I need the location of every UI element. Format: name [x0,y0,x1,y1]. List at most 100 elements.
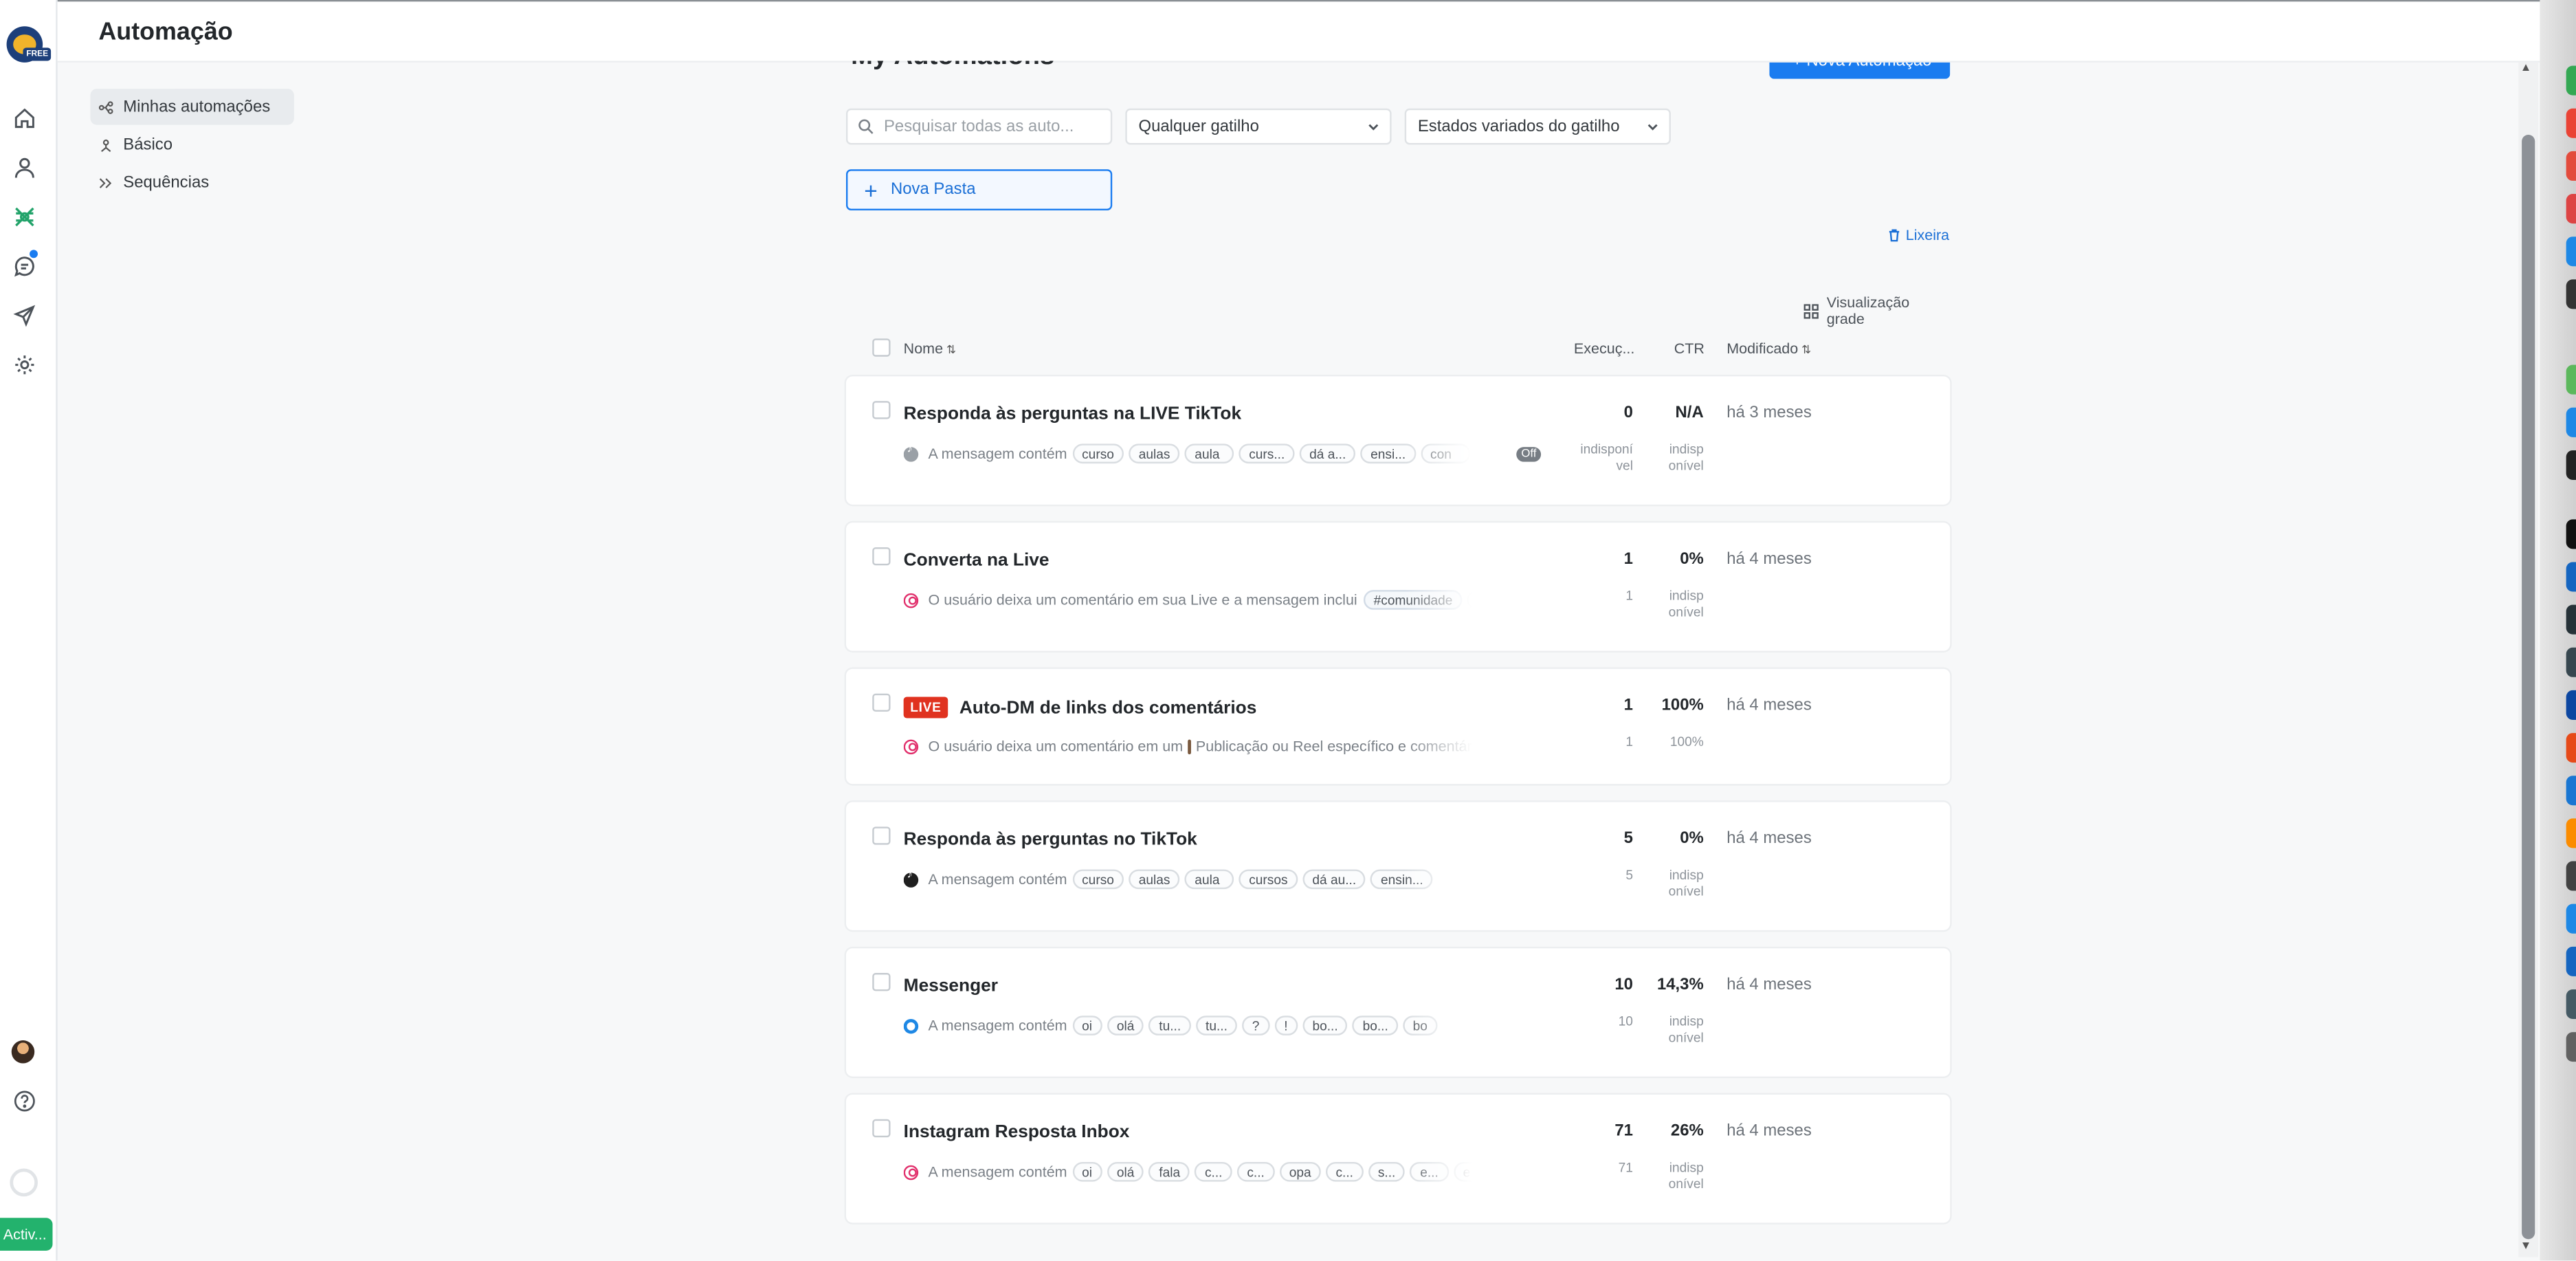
ctr-value: 100% [1661,697,1704,715]
messenger-icon [903,1018,919,1033]
trash-icon [1889,229,1900,242]
trigger-summary: A mensagem contém cursoaulasaulacurs...d… [903,442,1472,465]
executions-sub: 10 [1618,1013,1633,1029]
dock-app-icon[interactable] [2566,519,2576,549]
ctr-sub: indisp onível [1668,441,1704,474]
dock-app-icon[interactable] [2566,647,2576,677]
dock-app-icon[interactable] [2566,733,2576,763]
select-all-checkbox[interactable] [872,338,891,357]
dock-app-icon[interactable] [2566,407,2576,437]
executions-sub: 71 [1618,1160,1633,1176]
executions-value: 1 [1623,697,1633,715]
automation-row[interactable]: Responda às perguntas na LIVE TikTok A m… [846,376,1951,505]
automation-row[interactable]: LIVE Auto-DM de links dos comentários O … [846,668,1951,785]
state-filter-select[interactable]: Estados variados do gatilho [1404,108,1671,145]
help-icon[interactable] [13,1090,36,1112]
automation-row[interactable]: Converta na Live O usuário deixa um come… [846,523,1951,651]
nav-item-label: Minhas automações [123,98,271,116]
automation-name[interactable]: Instagram Resposta Inbox [904,1123,1130,1143]
automation-row[interactable]: Messenger A mensagem contém oi olá tu... tu… [846,948,1951,1077]
dock-app-icon[interactable] [2566,237,2576,267]
state-filter-value: Estados variados do gatilho [1417,117,1620,136]
dock-app-icon[interactable] [2566,65,2576,96]
automation-name[interactable]: LIVE Auto-DM de links dos comentários [903,697,1256,719]
nav-item-label: Sequências [123,173,210,192]
dock-app-icon[interactable] [2566,151,2576,181]
automation-name[interactable]: Responda às perguntas no TikTok [904,830,1197,850]
trigger-filter-select[interactable]: Qualquer gatilho [1125,108,1392,145]
modified-value: há 4 meses [1726,976,1812,995]
broadcast-icon[interactable] [13,304,36,327]
ctr-sub: indisp onível [1668,868,1704,899]
dock-app-icon[interactable] [2566,450,2576,480]
dock-app-icon[interactable] [2566,1032,2576,1062]
new-folder-button[interactable]: + Nova Pasta [846,169,1113,210]
row-checkbox[interactable] [872,401,891,419]
dock-app-icon[interactable] [2566,776,2576,806]
dock-app-icon[interactable] [2566,946,2576,976]
modified-value: há 4 meses [1726,697,1812,715]
row-checkbox[interactable] [872,826,891,845]
executions-value: 1 [1623,550,1633,569]
automation-row[interactable]: Instagram Resposta Inbox A mensagem cont… [846,1094,1951,1223]
ctr-sub: 100% [1669,734,1704,749]
grid-view-toggle[interactable]: Visualização grade [1803,294,1951,327]
dock-app-icon[interactable] [2566,562,2576,592]
instagram-icon [903,1164,919,1180]
automation-name[interactable]: Responda às perguntas na LIVE TikTok [904,404,1241,424]
dock-app-icon[interactable] [2566,818,2576,848]
modified-value: há 4 meses [1726,550,1812,569]
automation-name[interactable]: Messenger [904,976,998,996]
scrollbar-thumb[interactable] [2522,135,2535,1240]
contacts-icon[interactable] [13,156,36,179]
table-header: Nome ⇅ Execuç... CTR Modificado ⇅ [846,332,1950,365]
trash-link[interactable]: Lixeira [1887,227,1949,243]
dock-app-icon[interactable] [2566,690,2576,720]
activate-button[interactable]: Activ... [0,1218,53,1251]
column-ctr[interactable]: CTR [1674,340,1705,357]
nav-item-my-automations[interactable]: Minhas automações [90,89,294,125]
trigger-summary: O usuário deixa um comentário em sua Liv… [903,589,1472,611]
trigger-summary: A mensagem contém oi olá fala c... c... opa c.… [903,1161,1472,1183]
column-modified[interactable]: Modificado ⇅ [1726,340,1811,357]
chat-icon[interactable] [13,250,38,277]
flow-icon [98,100,113,113]
dock-app-icon[interactable] [2566,604,2576,635]
automation-row[interactable]: Responda às perguntas no TikTok A mensag… [846,802,1951,930]
grid-icon [1803,303,1819,318]
user-avatar[interactable] [11,1040,35,1064]
executions-sub: 1 [1625,734,1633,749]
automation-name[interactable]: Converta na Live [904,551,1050,571]
search-input[interactable] [883,117,1098,136]
ctr-value: 0% [1680,830,1704,848]
dock-app-icon[interactable] [2566,364,2576,395]
row-checkbox[interactable] [872,973,891,991]
trigger-filter-value: Qualquer gatilho [1138,117,1259,136]
home-icon[interactable] [13,107,36,129]
icon-rail: FREE Activ... [0,0,58,1261]
dock-app-icon[interactable] [2566,989,2576,1019]
dock-app-icon[interactable] [2566,861,2576,891]
status-badge[interactable]: Off [1516,447,1542,462]
dock-app-icon[interactable] [2566,108,2576,138]
scroll-up-arrow[interactable]: ▲ [2520,63,2532,74]
scroll-down-arrow[interactable]: ▼ [2520,1241,2532,1253]
new-folder-label: Nova Pasta [890,180,976,199]
row-checkbox[interactable] [872,693,891,712]
dock-app-icon[interactable] [2566,903,2576,934]
dock-app-icon[interactable] [2566,194,2576,224]
settings-icon[interactable] [13,353,36,376]
search-box[interactable] [846,108,1113,145]
automation-icon[interactable] [13,206,36,228]
nav-item-sequences[interactable]: Sequências [90,164,293,201]
executions-value: 10 [1614,976,1633,995]
column-executions[interactable]: Execuç... [1574,340,1634,357]
modified-value: há 3 meses [1726,404,1812,423]
app-logo[interactable]: FREE [6,26,52,63]
nav-item-basic[interactable]: Básico [90,127,293,163]
column-name[interactable]: Nome ⇅ [904,340,956,357]
row-checkbox[interactable] [872,1119,891,1138]
dock-app-icon[interactable] [2566,279,2576,309]
row-checkbox[interactable] [872,547,891,566]
executions-sub: indisponí vel [1580,441,1633,474]
